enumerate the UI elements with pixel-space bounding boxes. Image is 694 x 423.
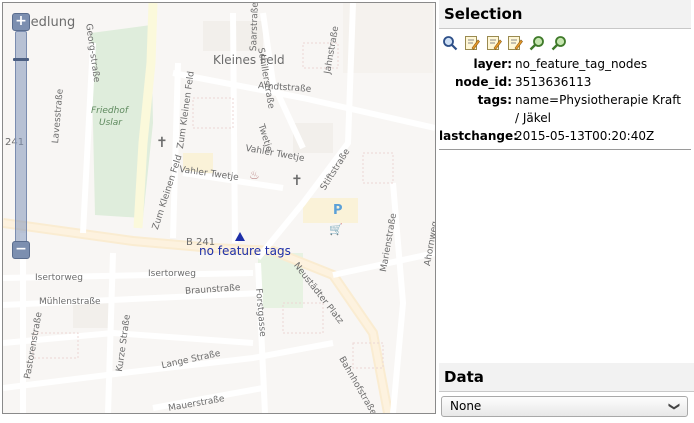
map-label-uslar: Uslar [99,118,122,128]
attribute-key: layer: [473,57,512,71]
feature-marker[interactable] [235,232,245,241]
attribute-value: 2015-05-13T00:20:40Z [515,129,655,143]
church-icon: ✝ [291,173,303,189]
data-layer-select-value: None [450,399,482,413]
attribute-row: node_id: 3513636113 [439,73,691,91]
attribute-value: 3513636113 [515,75,592,89]
zoom-slider[interactable] [13,31,29,247]
zoom-control: + − [12,13,30,259]
search-zoom-icon[interactable] [551,35,567,51]
zoom-icon[interactable] [442,35,458,51]
map-label-isertorweg-2: Isertorweg [148,269,196,279]
edit-icon[interactable] [464,35,480,51]
church-icon: ✝ [156,135,168,151]
map-label-friedhof: Friedhof [91,106,129,116]
zoom-out-button[interactable]: − [12,241,30,259]
edit-icon[interactable] [507,35,524,51]
zoom-in-button[interactable]: + [12,13,30,31]
attribute-table: layer: no_feature_tag_nodes node_id: 351… [439,55,691,150]
attribute-key: node_id: [454,75,512,89]
attribute-key: tags: [477,93,512,107]
data-layer-select[interactable]: None ❯ [441,396,688,417]
attribute-row: tags: name=Physiotherapie Kraft / Jäkel [439,91,691,127]
shop-icon: 🛒 [329,223,343,236]
fire-station-icon: ♨ [249,168,260,182]
attribute-value: name=Physiotherapie Kraft / Jäkel [515,93,681,125]
search-zoom-icon[interactable] [529,35,545,51]
attribute-key: lastchange: [439,129,518,143]
selection-header: Selection [439,0,691,29]
attribute-row: layer: no_feature_tag_nodes [439,55,691,73]
map-label-saarstrasse: Saarstraße [249,2,261,52]
zoom-slider-handle[interactable] [13,58,29,61]
map-label-kleines-feld: Kleines Feld [213,53,285,67]
feature-marker-label[interactable]: no feature tags [199,244,291,258]
map-label-isertorweg-1: Isertorweg [35,273,83,283]
attribute-value: no_feature_tag_nodes [515,57,648,71]
map-label-muehlenstrasse: Mühlenstraße [39,297,101,307]
edit-icon[interactable] [486,35,502,51]
data-header: Data [439,363,694,392]
map-view[interactable]: l Siedlung Kleines Feld Arndtstraße Jahn… [2,2,436,414]
parking-icon: P [333,203,343,218]
side-panel: Selection layer: no_feature_tag_nodes no… [439,0,694,423]
attribute-row: lastchange: 2015-05-13T00:20:40Z [439,127,691,145]
selection-toolbar [439,29,691,53]
chevron-down-icon: ❯ [667,401,681,412]
